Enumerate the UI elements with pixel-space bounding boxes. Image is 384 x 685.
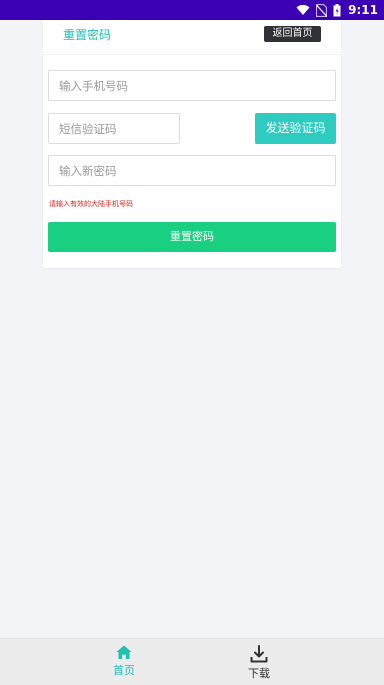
wifi-icon: [296, 4, 310, 15]
reset-password-card: 重置密码 返回首页 发送验证码 请输入有效的大陆手机号码 重置密码: [43, 20, 341, 268]
battery-icon: [333, 3, 341, 16]
page-title: 重置密码: [63, 28, 112, 42]
nav-label-download: 下载: [248, 667, 270, 680]
nav-label-home: 首页: [113, 664, 135, 677]
status-bar: 9:11: [0, 0, 384, 20]
home-icon: [116, 645, 132, 659]
back-home-button[interactable]: 返回首页: [264, 26, 321, 42]
phone-input[interactable]: [48, 70, 336, 101]
nav-item-home[interactable]: 首页: [94, 645, 154, 678]
download-icon: [250, 645, 268, 663]
status-icons: 9:11: [296, 2, 378, 18]
no-sim-icon: [316, 3, 328, 17]
bottom-nav: 首页 下载: [0, 638, 384, 685]
status-time: 9:11: [348, 3, 378, 17]
new-password-input[interactable]: [48, 155, 336, 186]
error-message: 请输入有效的大陆手机号码: [49, 200, 133, 208]
nav-item-download[interactable]: 下载: [229, 645, 289, 681]
reset-password-button[interactable]: 重置密码: [48, 222, 336, 252]
sms-code-input[interactable]: [48, 113, 180, 144]
send-code-button[interactable]: 发送验证码: [255, 113, 336, 144]
card-header: 重置密码 返回首页: [43, 20, 341, 55]
